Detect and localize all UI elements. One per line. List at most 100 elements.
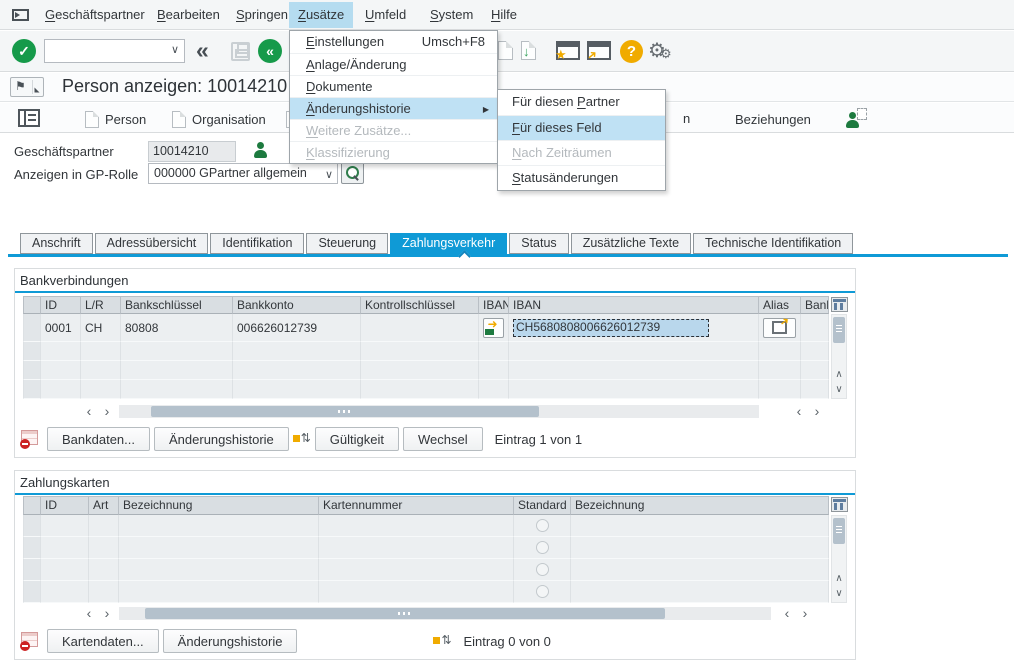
empty-cell[interactable]	[121, 380, 233, 399]
header-cell-bankkonto[interactable]: Bankkonto	[233, 296, 361, 314]
gp-number-field[interactable]: 10014210	[148, 141, 236, 162]
empty-cell[interactable]	[319, 559, 514, 581]
partner-relationship-button[interactable]	[845, 108, 867, 128]
tab-adressuebersicht[interactable]: Adressübersicht	[95, 233, 209, 254]
row-selector-cell[interactable]	[23, 559, 41, 581]
chevron-down-icon[interactable]: ∨	[325, 166, 333, 185]
help-button[interactable]: ?	[620, 40, 643, 63]
empty-cell[interactable]	[361, 361, 479, 380]
scrollbar-thumb[interactable]	[151, 406, 539, 417]
tab-status[interactable]: Status	[509, 233, 568, 254]
empty-cell[interactable]	[509, 342, 759, 361]
empty-cell[interactable]	[41, 361, 81, 380]
row-selector-cell[interactable]	[23, 515, 41, 537]
standard-radio[interactable]	[536, 519, 549, 532]
tab-steuerung[interactable]: Steuerung	[306, 233, 388, 254]
empty-cell[interactable]	[89, 537, 119, 559]
cell-bank[interactable]	[801, 314, 829, 342]
back-button[interactable]: «	[196, 37, 209, 64]
move-entry-icon[interactable]: ⇅	[293, 431, 311, 447]
empty-cell[interactable]	[119, 515, 319, 537]
empty-cell[interactable]	[119, 559, 319, 581]
header-cell-id[interactable]: ID	[41, 296, 81, 314]
scrollbar-track[interactable]	[119, 405, 759, 418]
empty-cell[interactable]	[571, 559, 829, 581]
empty-cell[interactable]	[119, 581, 319, 603]
empty-cell[interactable]	[81, 342, 121, 361]
menubar-item-bearbeiten[interactable]: Bearbeiten	[148, 2, 229, 28]
row-selector-cell[interactable]	[23, 342, 41, 361]
delete-row-button[interactable]	[19, 631, 41, 651]
empty-cell[interactable]	[479, 361, 509, 380]
services-for-object-button[interactable]: ⚑	[10, 77, 44, 97]
empty-cell[interactable]	[233, 342, 361, 361]
aenderungshistorie-button[interactable]: Änderungshistorie	[163, 629, 298, 653]
submenu-item-fuer-diesen-partner[interactable]: Für diesen Partner	[498, 90, 665, 115]
empty-cell[interactable]	[89, 515, 119, 537]
empty-cell[interactable]	[509, 380, 759, 399]
menu-item-anlage-aenderung[interactable]: Anlage/Änderung	[290, 53, 497, 75]
empty-cell[interactable]	[81, 361, 121, 380]
header-cell-alias[interactable]: Alias	[759, 296, 801, 314]
alias-button[interactable]: ➜	[763, 318, 796, 338]
scroll-left-button[interactable]: ‹	[81, 607, 97, 621]
scroll-left-button[interactable]: ‹	[779, 607, 795, 621]
cell-id[interactable]: 0001	[41, 314, 81, 342]
empty-cell[interactable]	[319, 515, 514, 537]
bankdaten-button[interactable]: Bankdaten...	[47, 427, 150, 451]
menu-item-dokumente[interactable]: Dokumente	[290, 75, 497, 97]
header-cell-selector[interactable]	[23, 496, 41, 515]
scroll-right-button[interactable]: ›	[797, 607, 813, 621]
empty-cell[interactable]	[801, 361, 829, 380]
header-cell-bankschluessel[interactable]: Bankschlüssel	[121, 296, 233, 314]
header-cell-bank[interactable]: Bank	[801, 296, 829, 314]
customize-layout-button[interactable]: ⚙⚙	[648, 38, 666, 63]
row-selector-cell[interactable]	[23, 314, 41, 342]
scroll-left-button[interactable]: ‹	[791, 405, 807, 419]
empty-cell[interactable]	[319, 537, 514, 559]
empty-cell[interactable]	[121, 361, 233, 380]
header-cell-iban-button[interactable]: IBAN	[479, 296, 509, 314]
gueltigkeit-button[interactable]: Gültigkeit	[315, 427, 399, 451]
tab-zusaetzliche-texte[interactable]: Zusätzliche Texte	[571, 233, 691, 254]
tab-zahlungsverkehr[interactable]: Zahlungsverkehr	[390, 233, 507, 254]
empty-cell[interactable]	[361, 380, 479, 399]
cell-bankschluessel[interactable]: 80808	[121, 314, 233, 342]
tab-technische-identifikation[interactable]: Technische Identifikation	[693, 233, 853, 254]
empty-cell[interactable]	[89, 559, 119, 581]
organisation-button[interactable]: Organisation	[172, 108, 266, 130]
table-settings-icon[interactable]	[831, 297, 848, 312]
scrollbar-thumb[interactable]	[833, 317, 845, 343]
move-entry-icon[interactable]: ⇅	[433, 633, 451, 649]
beziehungen-button[interactable]: Beziehungen	[735, 108, 811, 130]
scroll-down-button[interactable]: ∨	[832, 383, 846, 397]
card-vertical-scrollbar[interactable]: ∧ ∨	[831, 515, 847, 603]
create-shortcut-button[interactable]: ➜	[587, 41, 611, 60]
wechsel-button[interactable]: Wechsel	[403, 427, 483, 451]
empty-cell[interactable]	[41, 581, 89, 603]
row-selector-cell[interactable]	[23, 380, 41, 399]
row-selector-cell[interactable]	[23, 361, 41, 380]
empty-cell[interactable]	[571, 581, 829, 603]
empty-cell[interactable]	[361, 342, 479, 361]
iban-value-field[interactable]: CH5680808006626012739	[513, 319, 709, 337]
role-search-button[interactable]	[341, 162, 364, 184]
enter-button[interactable]: ✓	[12, 39, 36, 63]
kartendaten-button[interactable]: Kartendaten...	[47, 629, 159, 653]
standard-radio[interactable]	[536, 585, 549, 598]
system-menu-icon[interactable]	[12, 9, 29, 21]
standard-radio[interactable]	[536, 541, 549, 554]
locator-toggle-button[interactable]	[18, 109, 40, 127]
header-cell-iban[interactable]: IBAN	[509, 296, 759, 314]
empty-cell[interactable]	[759, 342, 801, 361]
header-cell-kontrollschluessel[interactable]: Kontrollschlüssel	[361, 296, 479, 314]
exit-button[interactable]: «	[258, 39, 282, 63]
row-selector-cell[interactable]	[23, 581, 41, 603]
header-cell-bezeichnung[interactable]: Bezeichnung	[119, 496, 319, 515]
empty-cell[interactable]	[319, 581, 514, 603]
empty-cell[interactable]	[759, 361, 801, 380]
scroll-right-button[interactable]: ›	[99, 607, 115, 621]
empty-cell[interactable]	[81, 380, 121, 399]
menubar-item-hilfe[interactable]: Hilfe	[482, 2, 526, 28]
empty-cell[interactable]	[233, 361, 361, 380]
